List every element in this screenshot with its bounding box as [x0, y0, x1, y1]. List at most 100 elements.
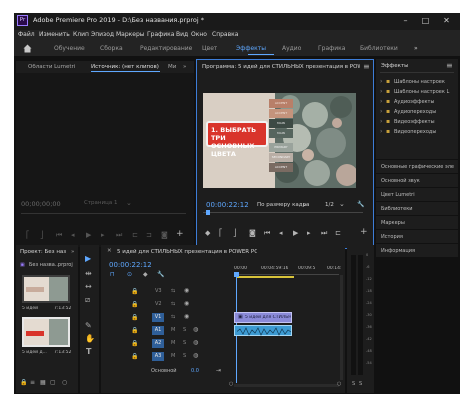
meter-solo-right[interactable]: S [359, 381, 362, 387]
sync-lock-icon[interactable]: ⇆ [171, 301, 175, 307]
source-add-button[interactable]: + [176, 229, 184, 239]
step-forward-icon[interactable]: ▸ [101, 231, 105, 239]
export-frame-icon[interactable]: ◙ [161, 231, 168, 239]
mute-button[interactable]: M [171, 327, 175, 333]
side-tab-essential-sound[interactable]: Основной звук [381, 178, 420, 184]
effects-tree-item[interactable]: Аудиоэффекты [394, 99, 456, 105]
time-ruler[interactable] [234, 274, 339, 275]
effects-tree-item[interactable]: Шаблоны настроек [394, 79, 456, 85]
expand-arrow-icon[interactable]: › [380, 78, 382, 85]
source-page-dropdown[interactable]: Страница 1 [84, 200, 117, 206]
expand-arrow-icon[interactable]: › [380, 128, 382, 135]
step-forward-icon[interactable]: ▸ [307, 229, 311, 237]
go-to-in-icon[interactable]: ⏮ [264, 229, 270, 238]
timeline-sequence-tab[interactable]: 5 идей для СТИЛЬНЫХ презентация в POWER … [117, 249, 257, 255]
workspace-editing[interactable]: Редактирование [140, 45, 192, 52]
track-label[interactable]: A2 [152, 339, 164, 348]
menu-graphics[interactable]: Графика [147, 31, 174, 38]
menu-file[interactable]: Файл [18, 31, 35, 38]
zoom-in-icon[interactable]: ○ [337, 381, 341, 387]
type-tool-icon[interactable]: T [86, 347, 91, 356]
workspace-overflow-button[interactable]: » [414, 45, 418, 52]
timeline-horizontal-scrollbar[interactable] [234, 384, 339, 387]
effects-panel-title[interactable]: Эффекты [381, 63, 409, 69]
expand-arrow-icon[interactable]: › [380, 118, 382, 125]
tab-source[interactable]: Источник: (нет клипов) [91, 64, 159, 70]
meter-solo-left[interactable]: S [352, 381, 355, 387]
play-icon[interactable]: ▶ [86, 231, 91, 239]
mark-in-icon[interactable]: ⎡ [219, 229, 223, 237]
tab-audio-mixer[interactable]: Ми [168, 64, 176, 70]
mute-button[interactable]: M [171, 340, 175, 346]
go-to-out-icon[interactable]: ⏭ [321, 229, 327, 238]
timeline-timecode[interactable]: 00:00:22:12 [109, 261, 152, 269]
work-area-bar[interactable] [237, 276, 294, 278]
expand-arrow-icon[interactable]: › [380, 88, 382, 95]
camera-icon[interactable]: ◙ [249, 229, 256, 237]
menu-clip[interactable]: Клип [73, 31, 89, 38]
step-back-icon[interactable]: ◂ [71, 231, 75, 239]
mark-in-icon[interactable]: ⎡ [26, 231, 30, 239]
pen-tool-icon[interactable]: ✎ [85, 321, 92, 330]
side-tab-lumetri-color[interactable]: Цвет Lumetri [381, 192, 415, 198]
sync-lock-icon[interactable]: ⇆ [171, 288, 175, 294]
go-to-out-icon[interactable]: ⏭ [116, 231, 122, 240]
track-lock-icon[interactable]: 🔒 [131, 288, 138, 295]
eye-icon[interactable]: ◉ [184, 313, 189, 320]
project-panel-tab[interactable]: Проект: Без наз [20, 249, 70, 255]
video-clip[interactable]: ▣ 5 идей для СТИЛЬН [234, 312, 292, 323]
expand-arrow-icon[interactable]: › [380, 108, 382, 115]
track-label[interactable]: A3 [152, 352, 164, 361]
solo-button[interactable]: S [183, 340, 186, 346]
menu-edit[interactable]: Изменить [39, 31, 70, 38]
track-lock-icon[interactable]: 🔒 [131, 353, 138, 360]
master-level[interactable]: 0.0 [191, 368, 199, 374]
side-tab-libraries[interactable]: Библиотеки [381, 206, 413, 212]
source-timecode[interactable]: 00;00;00;00 [21, 200, 61, 208]
mark-out-icon[interactable]: ⎦ [40, 231, 44, 239]
menu-window[interactable]: Окно [191, 31, 207, 38]
freeform-view-icon[interactable]: ▢ [50, 379, 56, 386]
mute-button[interactable]: M [171, 353, 175, 359]
overwrite-icon[interactable]: ⊐ [146, 231, 152, 239]
icon-view-icon[interactable]: ▦ [40, 379, 46, 386]
side-tab-history[interactable]: История [381, 234, 403, 240]
track-select-tool-icon[interactable]: ⇹ [85, 269, 92, 278]
close-button[interactable]: ✕ [439, 14, 454, 28]
program-quality-dropdown[interactable]: 1/2 [325, 202, 334, 208]
expand-arrow-icon[interactable]: › [380, 98, 382, 105]
microphone-icon[interactable]: ◍ [193, 352, 198, 359]
workspace-graphics[interactable]: Графика [318, 45, 345, 52]
menu-sequence[interactable]: Эпизод [91, 31, 114, 38]
side-tab-markers[interactable]: Маркеры [381, 220, 405, 226]
solo-button[interactable]: S [183, 327, 186, 333]
lock-icon[interactable]: 🔒 [20, 379, 27, 386]
workspace-effects[interactable]: Эффекты [236, 45, 266, 52]
marker-icon[interactable]: ◆ [205, 229, 210, 237]
program-timecode[interactable]: 00:00:22:12 [206, 201, 249, 209]
hand-tool-icon[interactable]: ✋ [85, 334, 95, 343]
wrench-icon[interactable]: 🔧 [357, 201, 364, 208]
selection-tool-icon[interactable]: ▶ [85, 254, 91, 263]
audio-clip[interactable] [234, 325, 292, 336]
program-scrubber[interactable] [203, 212, 363, 213]
track-lock-icon[interactable]: 🔒 [131, 314, 138, 321]
minimize-button[interactable]: – [398, 14, 413, 28]
tab-lumetri-scopes[interactable]: Области Lumetri [28, 64, 75, 70]
step-back-icon[interactable]: ◂ [279, 229, 283, 237]
track-lock-icon[interactable]: 🔒 [131, 327, 138, 334]
microphone-icon[interactable]: ◍ [193, 339, 198, 346]
add-marker-icon[interactable]: ◆ [143, 271, 148, 278]
track-label[interactable]: A1 [152, 326, 164, 335]
sync-lock-icon[interactable]: ⇆ [171, 314, 175, 320]
go-to-end-icon[interactable]: ⇥ [216, 367, 221, 374]
menu-help[interactable]: Справка [212, 31, 238, 38]
ripple-edit-tool-icon[interactable]: ↔ [85, 282, 92, 291]
track-label[interactable]: V2 [155, 301, 162, 307]
zoom-out-icon[interactable]: ○ [229, 381, 233, 387]
home-icon[interactable] [23, 44, 32, 53]
track-lock-icon[interactable]: 🔒 [131, 301, 138, 308]
effects-panel-menu-icon[interactable]: ≡ [446, 61, 453, 70]
eye-icon[interactable]: ◉ [184, 300, 189, 307]
menu-markers[interactable]: Маркеры [116, 31, 145, 38]
